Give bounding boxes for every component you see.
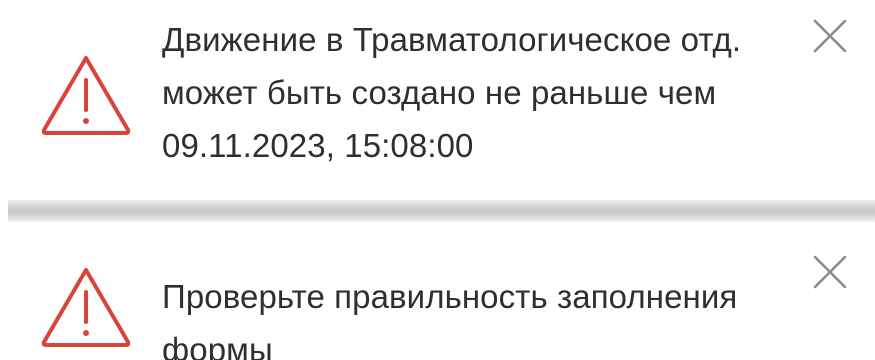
notification-message: Движение в Травматологическое отд. может… (162, 13, 802, 172)
warning-triangle-icon (41, 56, 131, 135)
message-line: Движение в Травматологическое отд. (162, 21, 742, 58)
close-icon[interactable] (808, 14, 852, 58)
notification-stack: Движение в Травматологическое отд. может… (0, 0, 875, 360)
close-icon[interactable] (808, 250, 852, 294)
warning-triangle-icon (41, 268, 131, 347)
notification-message: Проверьте правильность заполнения формы (162, 270, 802, 360)
message-line: может быть создано не раньше чем (162, 74, 717, 111)
warning-notification: Проверьте правильность заполнения формы (0, 222, 875, 360)
warning-notification: Движение в Травматологическое отд. может… (0, 0, 875, 200)
message-line: Проверьте правильность заполнения (162, 278, 738, 315)
message-line: 09.11.2023, 15:08:00 (162, 127, 474, 164)
notification-divider (8, 200, 875, 222)
message-line: формы (162, 331, 273, 360)
